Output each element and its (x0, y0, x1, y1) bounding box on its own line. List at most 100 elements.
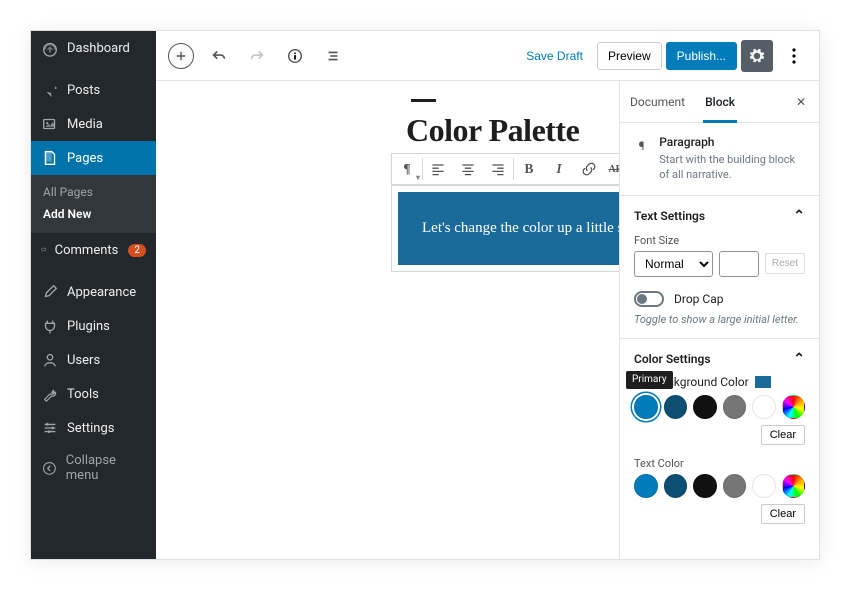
link-button[interactable] (574, 154, 604, 184)
wrench-icon (41, 385, 59, 403)
text-color-label: Text Color (634, 457, 805, 470)
publish-button[interactable]: Publish... (666, 42, 737, 70)
block-type-name: Paragraph (659, 135, 805, 149)
label: Settings (67, 421, 114, 436)
font-size-reset-button[interactable]: Reset (765, 253, 805, 274)
redo-button[interactable] (240, 39, 274, 73)
strikethrough-button[interactable]: ABC (604, 154, 619, 184)
comment-icon (41, 241, 47, 259)
settings-toggle-button[interactable] (741, 40, 773, 72)
chevron-up-icon: ⌃ (793, 208, 805, 224)
block-toolbar: ¶▾ B I ABC (391, 153, 619, 185)
submenu-all-pages[interactable]: All Pages (31, 181, 156, 203)
sidebar-item-media[interactable]: Media (31, 107, 156, 141)
sidebar-item-users[interactable]: Users (31, 343, 156, 377)
bg-color-swatches (634, 395, 805, 419)
drop-cap-label: Drop Cap (674, 292, 723, 306)
sidebar-item-plugins[interactable]: Plugins (31, 309, 156, 343)
align-left-button[interactable] (423, 154, 453, 184)
media-icon (41, 115, 59, 133)
text-color-swatches (634, 474, 805, 498)
swatch-secondary[interactable] (664, 474, 688, 498)
add-block-button[interactable] (168, 43, 194, 69)
pin-icon (41, 81, 59, 99)
label: Collapse menu (66, 453, 146, 483)
label: Pages (67, 151, 103, 166)
more-menu-button[interactable] (777, 39, 811, 73)
sliders-icon (41, 419, 59, 437)
drop-cap-toggle[interactable] (634, 291, 664, 307)
admin-sidebar: Dashboard Posts Media Pages All Pages Ad… (31, 31, 156, 559)
text-settings-section: Text Settings ⌃ Font Size Normal Reset D… (620, 196, 819, 339)
swatch-gray[interactable] (723, 474, 747, 498)
sidebar-item-tools[interactable]: Tools (31, 377, 156, 411)
tab-block[interactable]: Block (695, 81, 745, 122)
user-icon (41, 351, 59, 369)
bg-color-preview (755, 376, 771, 388)
paragraph-block[interactable]: Let's change the color up a little shall… (398, 192, 619, 265)
text-clear-button[interactable]: Clear (761, 504, 805, 524)
color-settings-section: Color Settings ⌃ Primary Primary Backgro… (620, 339, 819, 536)
label: Dashboard (67, 41, 130, 56)
bg-clear-button[interactable]: Clear (761, 425, 805, 445)
info-button[interactable] (278, 39, 312, 73)
align-right-button[interactable] (483, 154, 513, 184)
sidebar-item-posts[interactable]: Posts (31, 73, 156, 107)
brush-icon (41, 283, 59, 301)
sidebar-submenu-pages: All Pages Add New (31, 175, 156, 233)
panel-tabs: Document Block ✕ (620, 81, 819, 123)
dashboard-icon (41, 39, 59, 57)
italic-button[interactable]: I (544, 154, 574, 184)
swatch-primary[interactable] (634, 474, 658, 498)
text-settings-toggle[interactable]: Text Settings ⌃ (634, 208, 805, 224)
font-size-custom-input[interactable] (719, 251, 759, 277)
swatch-custom[interactable] (782, 474, 806, 498)
label: Users (67, 353, 100, 368)
sidebar-item-comments[interactable]: Comments 2 (31, 233, 156, 267)
swatch-white[interactable] (752, 395, 776, 419)
block-type-desc: Start with the building block of all nar… (659, 152, 805, 183)
primary-tooltip: Primary (626, 371, 673, 389)
workspace: Color Palette ¶▾ B I ABC (156, 81, 819, 559)
font-size-select[interactable]: Normal (634, 251, 713, 277)
swatch-gray[interactable] (723, 395, 747, 419)
editor-canvas[interactable]: Color Palette ¶▾ B I ABC (156, 81, 619, 559)
block-type-selector[interactable]: ¶▾ (392, 154, 422, 184)
swatch-secondary[interactable] (664, 395, 688, 419)
label: Media (67, 117, 103, 132)
sidebar-item-settings[interactable]: Settings (31, 411, 156, 445)
swatch-primary[interactable] (634, 395, 658, 419)
settings-panel: Document Block ✕ ¶ Paragraph Start with … (619, 81, 819, 559)
outline-button[interactable] (316, 39, 350, 73)
panel-close-button[interactable]: ✕ (783, 81, 819, 122)
sidebar-item-appearance[interactable]: Appearance (31, 275, 156, 309)
main: Save Draft Preview Publish... Color Pale… (156, 31, 819, 559)
bold-button[interactable]: B (514, 154, 544, 184)
submenu-add-new[interactable]: Add New (31, 203, 156, 225)
label: Posts (67, 83, 100, 98)
swatch-custom[interactable] (782, 395, 806, 419)
label: Comments (55, 243, 119, 258)
page-title[interactable]: Color Palette (406, 112, 599, 149)
drop-cap-hint: Toggle to show a large initial letter. (634, 313, 805, 326)
preview-button[interactable]: Preview (597, 42, 662, 70)
label: Appearance (67, 285, 136, 300)
chevron-up-icon: ⌃ (793, 351, 805, 367)
swatch-white[interactable] (752, 474, 776, 498)
color-settings-toggle[interactable]: Color Settings ⌃ (634, 351, 805, 367)
sidebar-item-dashboard[interactable]: Dashboard (31, 31, 156, 65)
undo-button[interactable] (202, 39, 236, 73)
label: Plugins (67, 319, 110, 334)
sidebar-item-pages[interactable]: Pages (31, 141, 156, 175)
collapse-icon (41, 459, 58, 477)
sidebar-item-collapse[interactable]: Collapse menu (31, 445, 156, 491)
align-center-button[interactable] (453, 154, 483, 184)
swatch-black[interactable] (693, 474, 717, 498)
block-selection-frame: Let's change the color up a little shall… (391, 185, 619, 272)
editor-topbar: Save Draft Preview Publish... (156, 31, 819, 81)
save-draft-button[interactable]: Save Draft (516, 41, 593, 71)
title-accent (411, 99, 436, 102)
paragraph-icon: ¶ (634, 135, 649, 157)
tab-document[interactable]: Document (620, 81, 695, 122)
swatch-black[interactable] (693, 395, 717, 419)
